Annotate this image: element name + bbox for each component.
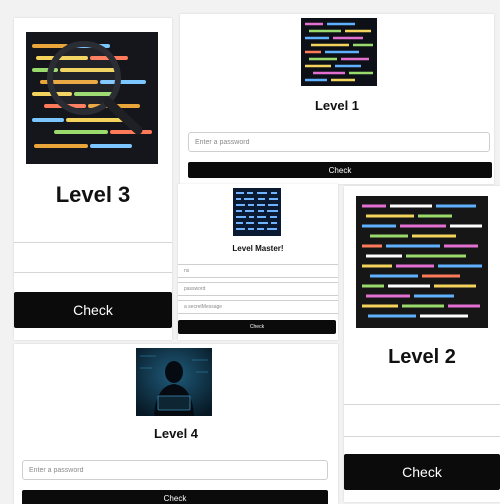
level-3-image	[26, 32, 158, 164]
level-4-image	[136, 348, 212, 416]
level-1-password-input[interactable]	[188, 132, 490, 152]
level-4-check-button[interactable]: Check	[22, 490, 328, 504]
level-1-check-button[interactable]: Check	[188, 162, 492, 178]
level-2-check-button[interactable]: Check	[344, 454, 500, 490]
level-3-field-top-border	[14, 242, 172, 243]
level-master-field-3[interactable]	[178, 300, 338, 314]
level-2-field-bottom-border	[344, 436, 500, 437]
level-4-card: Level 4 Check	[14, 344, 338, 504]
level-master-field-1[interactable]	[178, 264, 338, 278]
level-2-image	[356, 196, 488, 328]
level-master-title: Level Master!	[232, 244, 284, 253]
level-1-card: Level 1 Check	[180, 14, 494, 184]
level-1-title: Level 1	[314, 98, 360, 113]
level-3-card: Level 3 Check	[14, 18, 172, 340]
level-3-field-bottom-border	[14, 272, 172, 273]
level-1-image	[301, 18, 377, 86]
level-3-title: Level 3	[55, 182, 131, 207]
level-4-title: Level 4	[153, 426, 199, 441]
level-master-field-2[interactable]	[178, 282, 338, 296]
level-master-card: Level Master! Check	[178, 184, 338, 340]
level-2-field-top-border	[344, 404, 500, 405]
level-master-image	[233, 188, 281, 236]
level-master-check-button[interactable]: Check	[178, 320, 336, 334]
level-4-password-input[interactable]	[22, 460, 328, 480]
level-3-check-button[interactable]: Check	[14, 292, 172, 328]
level-2-card: Level 2 Check	[344, 186, 500, 502]
level-2-title: Level 2	[388, 346, 456, 368]
